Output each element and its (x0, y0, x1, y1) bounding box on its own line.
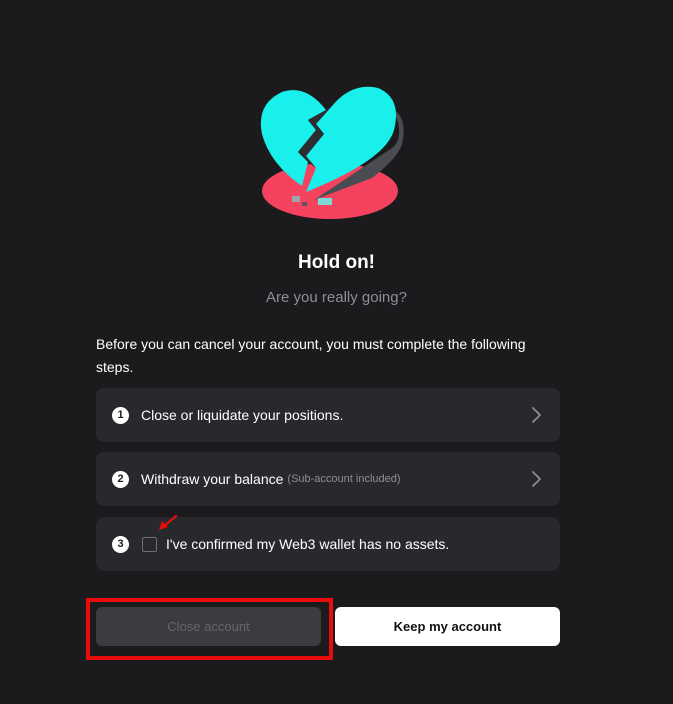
broken-heart-icon (252, 78, 412, 228)
annotation-highlight-box (86, 598, 333, 660)
step-number: 3 (112, 535, 129, 553)
step-close-positions[interactable]: 1 Close or liquidate your positions. (96, 388, 560, 442)
annotation-arrow-icon (159, 514, 178, 530)
step-number: 1 (112, 406, 129, 424)
step-label: Close or liquidate your positions. (141, 407, 344, 423)
chevron-right-icon (532, 407, 541, 423)
step-label: I've confirmed my Web3 wallet has no ass… (166, 536, 450, 552)
chevron-right-icon (532, 471, 541, 487)
web3-confirm-checkbox[interactable] (142, 536, 157, 552)
keep-account-button[interactable]: Keep my account (335, 607, 560, 646)
step-withdraw-balance[interactable]: 2 Withdraw your balance (Sub-account inc… (96, 452, 560, 506)
page-subtitle: Are you really going? (266, 289, 407, 306)
page-title: Hold on! (297, 252, 376, 273)
step-label: Withdraw your balance (141, 471, 284, 487)
intro-text: Before you can cancel your account, you … (96, 336, 526, 375)
step-note: (Sub-account included) (287, 473, 401, 485)
step-number: 2 (112, 470, 129, 488)
